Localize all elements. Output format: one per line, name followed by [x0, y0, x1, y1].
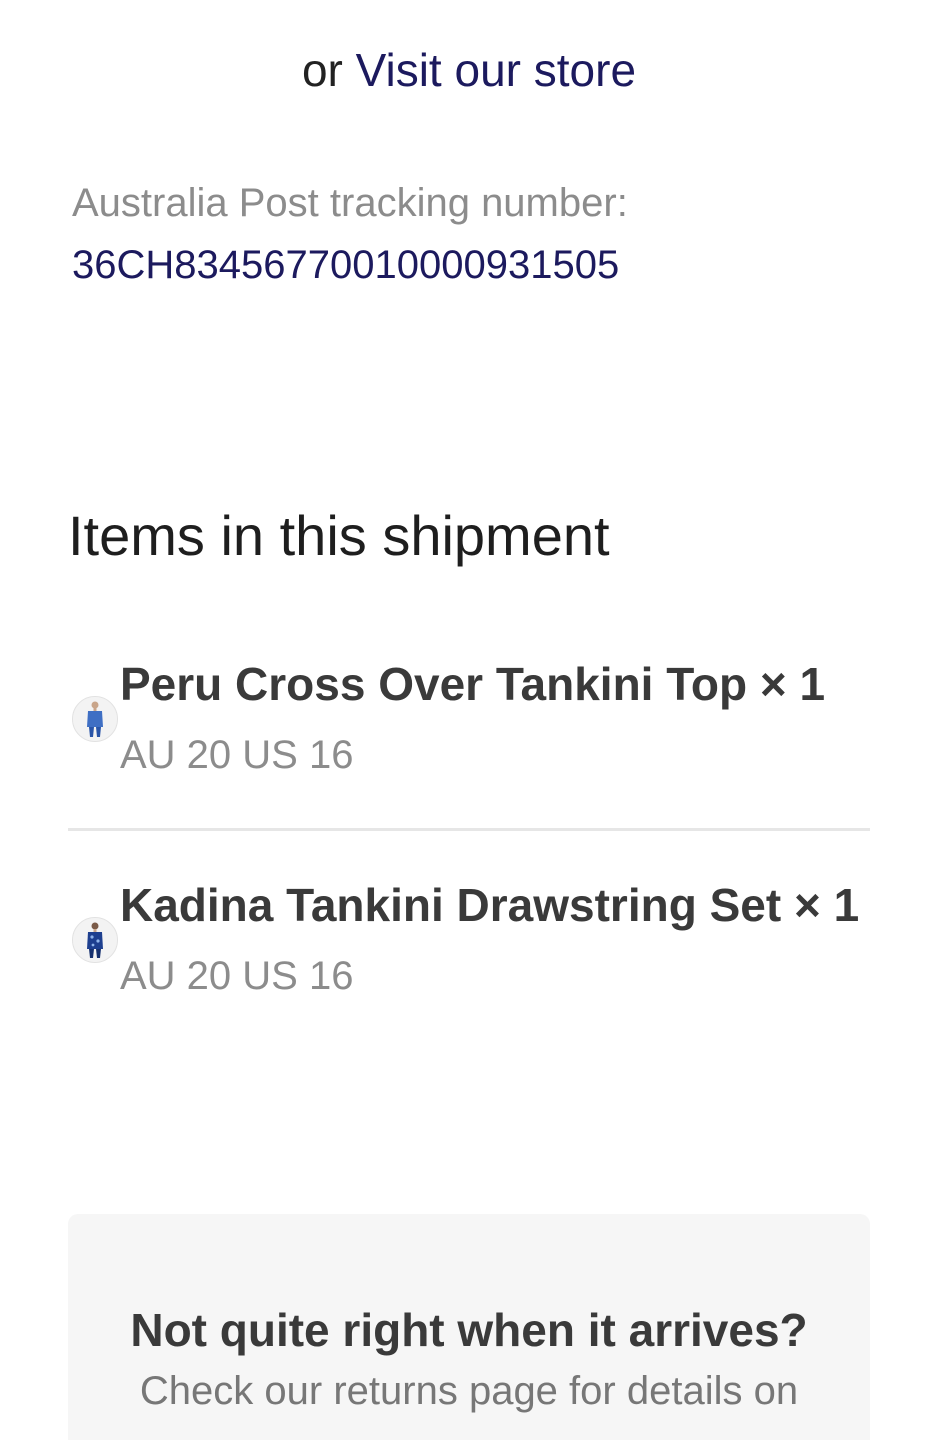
returns-title: Not quite right when it arrives?: [130, 1304, 808, 1356]
returns-body: Check our returns page for details on: [139, 1369, 799, 1413]
item-divider: [68, 828, 870, 831]
item-variant: AU 20 US 16: [120, 733, 354, 777]
visit-store-line: or Visit our store: [0, 40, 938, 100]
swimsuit-thumbnail-icon: [72, 696, 118, 742]
shipping-notification-page: or Visit our store Australia Post tracki…: [0, 0, 938, 1440]
visit-store-link[interactable]: Visit our store: [356, 44, 636, 96]
item-title: Kadina Tankini Drawstring Set × 1: [120, 879, 860, 931]
store-line-prefix: or: [301, 44, 356, 96]
item-variant: AU 20 US 16: [120, 954, 354, 998]
tracking-label: Australia Post tracking number:: [72, 181, 628, 225]
swimsuit-thumbnail-icon: [72, 917, 118, 963]
returns-info-box: Not quite right when it arrives? Check o…: [68, 1214, 870, 1440]
shipment-heading: Items in this shipment: [68, 504, 610, 567]
item-title: Peru Cross Over Tankini Top × 1: [120, 658, 826, 710]
tracking-number-link[interactable]: 36CH83456770010000931505: [72, 238, 619, 292]
